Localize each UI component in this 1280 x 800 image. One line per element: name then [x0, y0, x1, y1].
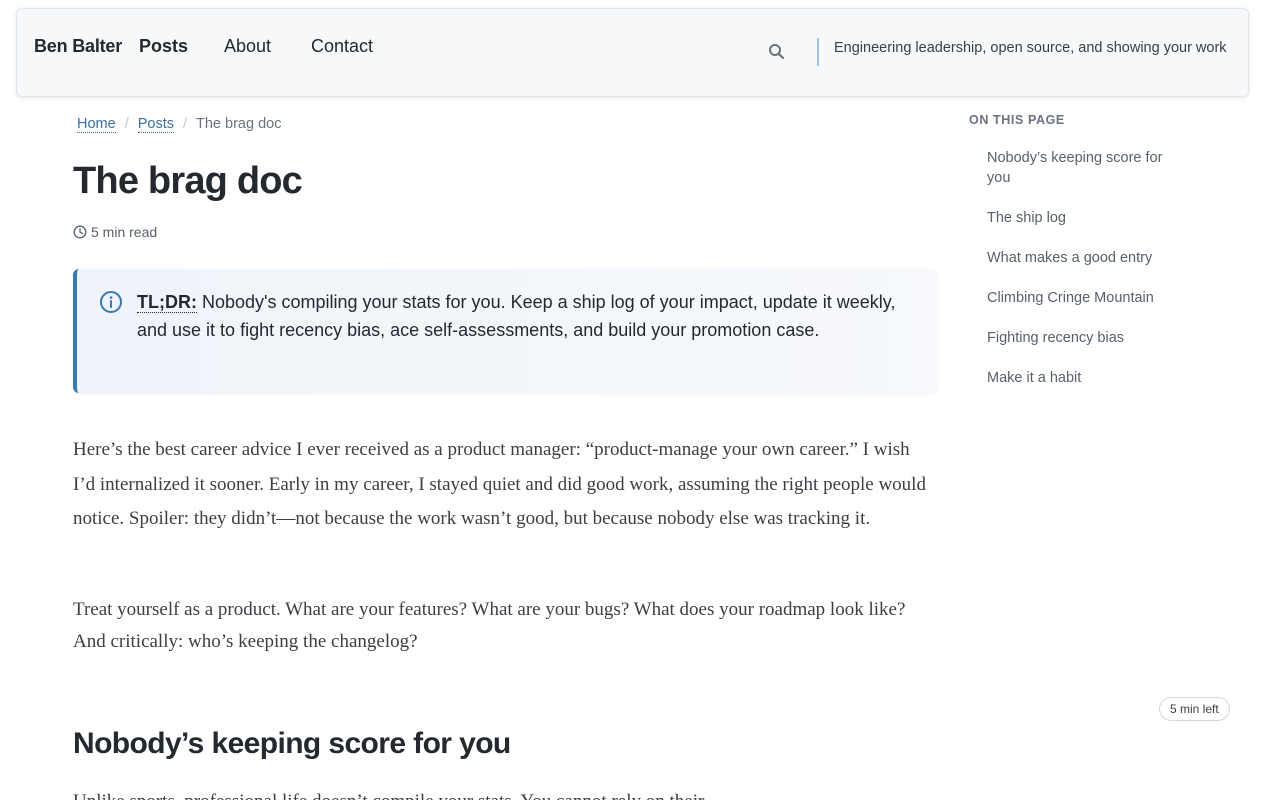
breadcrumb-posts[interactable]: Posts	[137, 116, 174, 133]
read-time-label: 5 min read	[91, 224, 158, 240]
toc-item[interactable]: What makes a good entry	[987, 248, 1187, 268]
toc-item[interactable]: Climbing Cringe Mountain	[987, 288, 1187, 308]
article-paragraph: Treat yourself as a product. What are yo…	[73, 599, 906, 652]
tldr-summary: Nobody's compiling your stats for you. K…	[137, 292, 896, 340]
page-title: The brag doc	[73, 160, 303, 202]
breadcrumb: Home / Posts / The brag doc	[77, 116, 282, 133]
article-paragraph: Here’s the best career advice I ever rec…	[73, 439, 926, 529]
read-time: 5 min read	[73, 224, 157, 240]
toc-item[interactable]: Make it a habit	[987, 368, 1187, 388]
toc-list: Nobody’s keeping score for you The ship …	[987, 148, 1187, 408]
nav-link-about[interactable]: About	[224, 36, 271, 57]
toc-item[interactable]: The ship log	[987, 208, 1187, 228]
brand-link[interactable]: Ben Balter	[34, 36, 122, 57]
breadcrumb-separator: /	[124, 116, 129, 132]
breadcrumb-separator: /	[182, 116, 188, 132]
search-icon[interactable]	[767, 42, 787, 62]
site-header: Ben Balter Posts About Contact Engineeri…	[16, 8, 1249, 97]
section-heading: Nobody’s keeping score for you	[73, 727, 511, 760]
toc-item[interactable]: Nobody’s keeping score for you	[987, 148, 1187, 188]
tldr-text: TL;DR: Nobody's compiling your stats for…	[137, 288, 927, 344]
site-tagline: Engineering leadership, open source, and…	[834, 40, 1227, 56]
header-divider	[817, 38, 819, 66]
table-of-contents: ON THIS PAGE Nobody’s keeping score for …	[969, 113, 1199, 386]
tldr-callout: TL;DR: Nobody's compiling your stats for…	[73, 269, 938, 393]
time-left-badge: 5 min left	[1159, 697, 1230, 721]
breadcrumb-current: The brag doc	[196, 116, 282, 132]
clock-icon	[73, 225, 87, 239]
nav-link-posts[interactable]: Posts	[139, 36, 188, 57]
tldr-label: TL;DR:	[137, 292, 197, 313]
nav-link-contact[interactable]: Contact	[311, 36, 373, 57]
toc-item[interactable]: Fighting recency bias	[987, 328, 1187, 348]
breadcrumb-home[interactable]: Home	[77, 116, 116, 133]
article-paragraph: Unlike sports, professional life doesn’t…	[73, 786, 933, 800]
info-icon	[99, 290, 123, 314]
toc-title: ON THIS PAGE	[969, 113, 1065, 127]
